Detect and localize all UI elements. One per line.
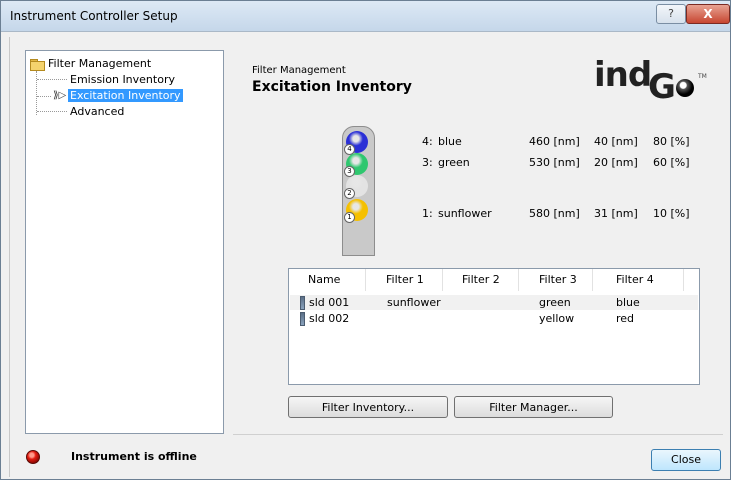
column-header-filter-2[interactable]: Filter 2: [443, 269, 519, 291]
table-row[interactable]: sld 002 yellow red: [290, 311, 698, 326]
tree-line: [36, 71, 37, 115]
status-led-icon: [26, 450, 40, 464]
filter-slot-4[interactable]: 4: [344, 131, 368, 155]
status-text: Instrument is offline: [71, 450, 197, 463]
window-title: Instrument Controller Setup: [10, 9, 178, 23]
dialog-window: Instrument Controller Setup ? X Filter M…: [0, 0, 731, 480]
tree-line: [37, 79, 67, 80]
filter-manager-button[interactable]: Filter Manager...: [454, 396, 613, 418]
column-header-filter-3[interactable]: Filter 3: [519, 269, 593, 291]
panel-subtitle: Filter Management: [252, 65, 346, 76]
panel-title: Excitation Inventory: [252, 79, 412, 95]
slot-number: 2: [344, 188, 355, 199]
table-row[interactable]: sld 001 sunflower green blue: [290, 295, 698, 310]
cell-name: sld 001: [309, 296, 350, 309]
slide-icon: [300, 312, 305, 326]
filter-wheel: 4 3 2 1: [342, 126, 375, 256]
filter-bandwidth: 31 [nm]: [594, 207, 638, 220]
indigo-logo: ind G TM: [594, 55, 712, 107]
tree-item-excitation-inventory[interactable]: Excitation Inventory: [68, 89, 183, 102]
filter-wavelength: 580 [nm]: [529, 207, 580, 220]
divider: [233, 434, 723, 435]
filter-wavelength: 530 [nm]: [529, 156, 580, 169]
filter-slot-1[interactable]: 1: [344, 199, 368, 223]
filter-bandwidth: 40 [nm]: [594, 135, 638, 148]
cell-filter-3: green: [539, 296, 571, 309]
slide-icon: [300, 296, 305, 310]
tree-item-advanced[interactable]: Advanced: [70, 105, 124, 118]
logo-ball-icon: [676, 79, 694, 97]
filter-inventory-button[interactable]: Filter Inventory...: [288, 396, 448, 418]
folder-icon: [30, 59, 45, 71]
filter-name: sunflower: [438, 207, 492, 220]
column-header-filter-4[interactable]: Filter 4: [593, 269, 684, 291]
logo-tm: TM: [698, 73, 707, 80]
left-edge: [9, 37, 13, 477]
cell-filter-3: yellow: [539, 312, 575, 325]
tree-item-emission-inventory[interactable]: Emission Inventory: [70, 73, 175, 86]
filter-wavelength: 460 [nm]: [529, 135, 580, 148]
filter-transmission: 10 [%]: [653, 207, 690, 220]
logo-text: ind: [594, 55, 652, 95]
filter-name: blue: [438, 135, 462, 148]
help-button[interactable]: ?: [656, 4, 686, 24]
tree-item-filter-management[interactable]: Filter Management: [48, 57, 151, 70]
cell-filter-4: red: [616, 312, 635, 325]
filter-slot-label: 1:: [422, 207, 433, 220]
filter-transmission: 60 [%]: [653, 156, 690, 169]
cell-filter-4: blue: [616, 296, 640, 309]
filter-slot-label: 3:: [422, 156, 433, 169]
window-close-button[interactable]: X: [686, 4, 730, 24]
navigation-tree[interactable]: Filter Management Emission Inventory ⟫▷ …: [25, 50, 224, 434]
column-header-name[interactable]: Name: [289, 269, 366, 291]
filter-transmission: 80 [%]: [653, 135, 690, 148]
slide-table[interactable]: Name Filter 1 Filter 2 Filter 3 Filter 4…: [288, 268, 700, 385]
tree-line: [37, 111, 67, 112]
cell-filter-1: sunflower: [387, 296, 441, 309]
selected-arrow-icon: ⟫▷: [53, 90, 67, 101]
filter-slot-3[interactable]: 3: [344, 153, 368, 177]
filter-slot-label: 4:: [422, 135, 433, 148]
filter-slot-2[interactable]: 2: [344, 175, 368, 199]
filter-bandwidth: 20 [nm]: [594, 156, 638, 169]
slot-number: 1: [344, 212, 355, 223]
filter-name: green: [438, 156, 470, 169]
cell-name: sld 002: [309, 312, 350, 325]
logo-g: G: [648, 67, 676, 107]
column-header-filter-1[interactable]: Filter 1: [366, 269, 443, 291]
title-bar[interactable]: Instrument Controller Setup ? X: [1, 1, 730, 32]
close-button[interactable]: Close: [651, 449, 721, 471]
tree-line: [37, 96, 51, 97]
